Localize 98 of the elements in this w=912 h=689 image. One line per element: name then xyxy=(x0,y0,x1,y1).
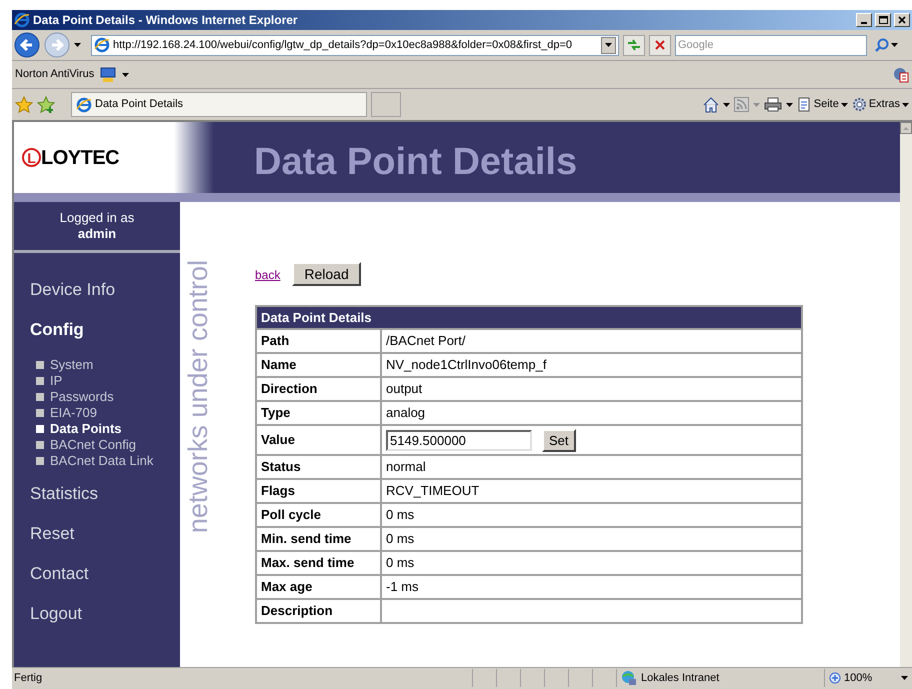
table-cell: 0 ms xyxy=(381,551,802,575)
page-title: Data Point Details xyxy=(253,140,578,185)
caret-icon[interactable] xyxy=(786,102,793,106)
caret-icon xyxy=(902,102,909,106)
bullet-icon xyxy=(36,361,44,369)
ie-icon xyxy=(14,12,30,28)
scrollbar[interactable] xyxy=(900,122,912,667)
table-cell: /BACnet Port/ xyxy=(381,329,802,353)
logo-text: LOYTEC xyxy=(41,146,120,170)
toolbar-button[interactable]: Seite xyxy=(796,96,848,113)
toolbar-icon[interactable] xyxy=(100,66,116,82)
ie-icon xyxy=(94,37,110,53)
toolbar-button[interactable]: Extras xyxy=(852,96,909,113)
pdf-icon[interactable] xyxy=(893,66,909,82)
bullet-icon xyxy=(36,377,44,385)
row-label: Direction xyxy=(256,377,381,401)
gear-icon xyxy=(852,97,867,112)
bullet-icon xyxy=(36,409,44,417)
bullet-icon xyxy=(36,441,44,449)
table-cell: -1 ms xyxy=(381,575,802,599)
nav-link[interactable]: Statistics xyxy=(30,483,180,505)
caret-icon xyxy=(840,102,848,106)
table-cell: 0 ms xyxy=(381,503,802,527)
zoom-button[interactable]: 100% xyxy=(824,669,912,687)
zoom-icon xyxy=(829,672,841,684)
nav-sublink[interactable]: Passwords xyxy=(30,389,180,405)
row-label: Min. send time xyxy=(256,527,381,551)
row-label: Status xyxy=(256,455,381,479)
star-icon[interactable] xyxy=(15,96,33,114)
close-icon xyxy=(655,40,665,50)
network-icon xyxy=(621,670,637,686)
login-label: Logged in as xyxy=(60,210,134,226)
search-icon xyxy=(874,38,888,52)
slogan-text: networks under control xyxy=(183,260,213,534)
stop-button[interactable] xyxy=(649,34,671,56)
bullet-icon xyxy=(36,457,44,465)
row-label: Path xyxy=(256,329,381,353)
dropdown-button[interactable] xyxy=(601,36,616,54)
reload-button[interactable]: Reload xyxy=(292,262,361,286)
bullet-icon xyxy=(36,393,44,401)
table-cell: output xyxy=(381,377,802,401)
window-title: Data Point Details - Windows Internet Explorer xyxy=(33,12,299,29)
set-button[interactable]: Set xyxy=(542,428,576,452)
row-label: Poll cycle xyxy=(256,503,381,527)
zone-text: Lokales Intranet xyxy=(641,670,720,686)
page-icon xyxy=(796,97,812,112)
status-text: Fertig xyxy=(13,670,44,686)
toolbar-label: Norton AntiVirus xyxy=(15,67,94,82)
printer-icon[interactable] xyxy=(764,97,782,112)
browser-tab[interactable]: Data Point Details xyxy=(71,92,367,117)
value-field[interactable]: 5149.500000 xyxy=(386,430,532,450)
nav-link[interactable]: Device Info xyxy=(30,279,180,301)
caret-icon xyxy=(605,43,612,47)
nav-sublink[interactable]: BACnet Config xyxy=(30,437,180,453)
nav-link[interactable]: Logout xyxy=(30,603,180,625)
close-button[interactable] xyxy=(894,13,910,27)
row-label: Type xyxy=(256,401,381,425)
nav-sublink[interactable]: System xyxy=(30,357,180,373)
nav-sublink[interactable]: IP xyxy=(30,373,180,389)
bullet-icon xyxy=(36,425,44,433)
search-field[interactable]: Google xyxy=(675,34,867,56)
row-label: Value xyxy=(256,425,381,455)
maximize-button[interactable] xyxy=(875,13,891,27)
address-field[interactable]: http://192.168.24.100/webui/config/lgtw_dp_details?dp=0x10ec8a988&folder=0x08&first_dp=0 xyxy=(91,34,619,56)
add-favorite-icon[interactable] xyxy=(37,96,55,114)
caret-icon xyxy=(901,676,908,680)
nav-sublink[interactable]: BACnet Data Link xyxy=(30,453,180,469)
row-label: Flags xyxy=(256,479,381,503)
caret-icon[interactable] xyxy=(722,102,730,106)
minimize-button[interactable] xyxy=(856,13,872,27)
nav-link[interactable]: Contact xyxy=(30,563,180,585)
table-cell: 0 ms xyxy=(381,527,802,551)
maximize-icon xyxy=(878,16,888,24)
row-label: Max. send time xyxy=(256,551,381,575)
nav-link[interactable]: Reset xyxy=(30,523,180,545)
close-icon xyxy=(898,16,906,24)
table-cell: NV_node1CtrlInvo06temp_f xyxy=(381,353,802,377)
nav-sublink[interactable]: EIA-709 xyxy=(30,405,180,421)
table-cell: normal xyxy=(381,455,802,479)
row-label: Name xyxy=(256,353,381,377)
back-button[interactable] xyxy=(14,32,40,58)
nav-sublink[interactable]: Data Points xyxy=(30,421,180,437)
back-link[interactable]: back xyxy=(255,266,280,284)
caret-icon[interactable] xyxy=(74,43,81,47)
caret-icon[interactable] xyxy=(122,72,130,76)
user-name: admin xyxy=(78,226,116,242)
row-label: Max age xyxy=(256,575,381,599)
caret-icon xyxy=(890,43,898,47)
ie-icon xyxy=(76,96,92,112)
row-label: Description xyxy=(256,599,381,623)
home-icon[interactable] xyxy=(702,96,719,112)
table-title: Data Point Details xyxy=(256,306,802,329)
table-cell: analog xyxy=(381,401,802,425)
refresh-button[interactable] xyxy=(623,34,645,56)
nav-link[interactable]: Config xyxy=(30,319,180,341)
logo-mark: L xyxy=(22,148,41,167)
refresh-icon xyxy=(627,39,641,51)
table-cell: RCV_TIMEOUT xyxy=(381,479,802,503)
